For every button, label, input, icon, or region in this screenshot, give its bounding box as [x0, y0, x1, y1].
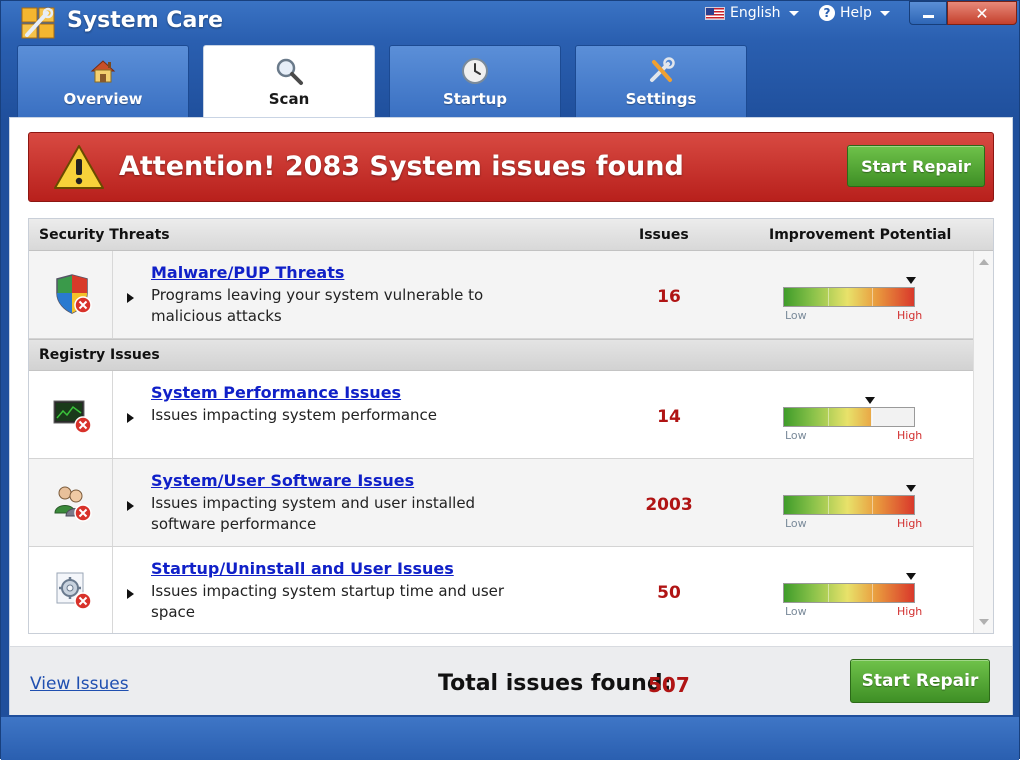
close-icon: ✕ [975, 3, 989, 23]
total-issues-value: 507 [648, 673, 690, 697]
table-header: Security Threats Issues Improvement Pote… [29, 219, 993, 251]
improvement-meter: Low High [783, 277, 923, 327]
scroll-down-icon[interactable] [979, 619, 989, 625]
meter-bar [783, 583, 915, 603]
warning-icon [54, 145, 104, 189]
section-registry-issues: Registry Issues [29, 339, 973, 371]
close-button[interactable]: ✕ [947, 1, 1017, 25]
table-row[interactable]: System Performance Issues Issues impacti… [29, 371, 973, 459]
meter-bar [783, 495, 915, 515]
meter-low-label: Low [785, 605, 807, 618]
language-menu[interactable]: English [705, 5, 799, 21]
row-description: Issues impacting system and user install… [151, 494, 476, 533]
tab-startup[interactable]: Startup [389, 45, 561, 117]
help-label: Help [840, 5, 872, 21]
chevron-down-icon [788, 10, 799, 16]
issue-count: 50 [657, 583, 681, 603]
house-icon [90, 60, 116, 83]
window-controls: ✕ [909, 1, 1017, 25]
title-bar: System Care English ? Help ✕ [1, 1, 1019, 45]
clock-icon [462, 58, 488, 84]
row-description: Issues impacting system performance [151, 406, 438, 424]
chevron-down-icon [879, 10, 890, 16]
row-icon-cell [29, 459, 113, 546]
meter-marker-icon [906, 485, 916, 492]
tab-label: Settings [625, 90, 697, 108]
tools-icon [650, 57, 675, 82]
row-title-link[interactable]: Malware/PUP Threats [151, 263, 344, 282]
row-description: Issues impacting system startup time and… [151, 582, 505, 621]
minimize-button[interactable] [909, 1, 947, 25]
tab-scan[interactable]: Scan [203, 45, 375, 121]
meter-marker-icon [906, 573, 916, 580]
meter-bar [783, 407, 915, 427]
magnifier-icon [276, 58, 303, 85]
vertical-scrollbar[interactable] [973, 251, 993, 633]
scan-panel: Attention! 2083 System issues found Star… [9, 117, 1013, 715]
column-potential: Improvement Potential [769, 227, 952, 243]
row-title-link[interactable]: System/User Software Issues [151, 471, 414, 490]
issues-table: Security Threats Issues Improvement Pote… [28, 218, 994, 634]
expand-arrow-icon[interactable] [127, 413, 134, 423]
attention-banner: Attention! 2083 System issues found Star… [28, 132, 994, 202]
meter-high-label: High [897, 309, 923, 322]
tab-label: Scan [268, 90, 310, 108]
meter-low-label: Low [785, 309, 807, 322]
total-issues-label: Total issues found: [438, 671, 672, 696]
app-title: System Care [67, 8, 224, 33]
meter-bar [783, 287, 915, 307]
tab-overview[interactable]: Overview [17, 45, 189, 117]
meter-low-label: Low [785, 429, 807, 442]
meter-high-label: High [897, 605, 923, 618]
meter-marker-icon [865, 397, 875, 404]
meter-fill [784, 584, 914, 602]
shield-icon [56, 274, 92, 314]
improvement-meter: Low High [783, 573, 923, 623]
meter-marker-icon [906, 277, 916, 284]
tab-label: Startup [442, 90, 508, 108]
table-row[interactable]: Startup/Uninstall and User Issues Issues… [29, 547, 973, 633]
meter-low-label: Low [785, 517, 807, 530]
tab-settings[interactable]: Settings [575, 45, 747, 117]
meter-high-label: High [897, 517, 923, 530]
row-icon-cell [29, 371, 113, 458]
gear-icon [56, 572, 92, 610]
row-title-link[interactable]: System Performance Issues [151, 383, 401, 402]
issue-count: 16 [657, 287, 681, 307]
issue-count: 14 [657, 407, 681, 427]
start-repair-button[interactable]: Start Repair [850, 659, 990, 703]
help-menu[interactable]: ? Help [819, 5, 890, 21]
us-flag-icon [705, 6, 725, 20]
users-icon [54, 486, 92, 522]
banner-title: Attention! 2083 System issues found [119, 151, 684, 182]
table-row[interactable]: System/User Software Issues Issues impac… [29, 459, 973, 547]
meter-fill [784, 496, 914, 514]
scroll-up-icon[interactable] [979, 259, 989, 265]
column-category: Security Threats [39, 227, 170, 243]
issue-count: 2003 [645, 495, 693, 515]
window-bottom-strip [1, 717, 1019, 760]
monitor-icon [53, 400, 92, 434]
row-icon-cell [29, 251, 113, 338]
tab-label: Overview [63, 90, 143, 108]
app-window: System Care English ? Help ✕ Overview Sc… [0, 0, 1020, 760]
footer-bar: View Issues Total issues found: 507 Star… [10, 646, 1012, 715]
question-icon: ? [819, 5, 835, 21]
meter-high-label: High [897, 429, 923, 442]
improvement-meter: Low High [783, 485, 923, 535]
row-icon-cell [29, 547, 113, 633]
app-logo-icon [21, 7, 55, 39]
row-description: Programs leaving your system vulnerable … [151, 286, 484, 325]
row-title-link[interactable]: Startup/Uninstall and User Issues [151, 559, 454, 578]
improvement-meter: Low High [783, 397, 923, 447]
meter-fill [784, 288, 914, 306]
column-issues: Issues [639, 227, 689, 243]
view-issues-link[interactable]: View Issues [30, 674, 129, 694]
language-label: English [730, 5, 781, 21]
expand-arrow-icon[interactable] [127, 293, 134, 303]
start-repair-button[interactable]: Start Repair [847, 145, 985, 187]
expand-arrow-icon[interactable] [127, 589, 134, 599]
table-row[interactable]: Malware/PUP Threats Programs leaving you… [29, 251, 973, 339]
expand-arrow-icon[interactable] [127, 501, 134, 511]
